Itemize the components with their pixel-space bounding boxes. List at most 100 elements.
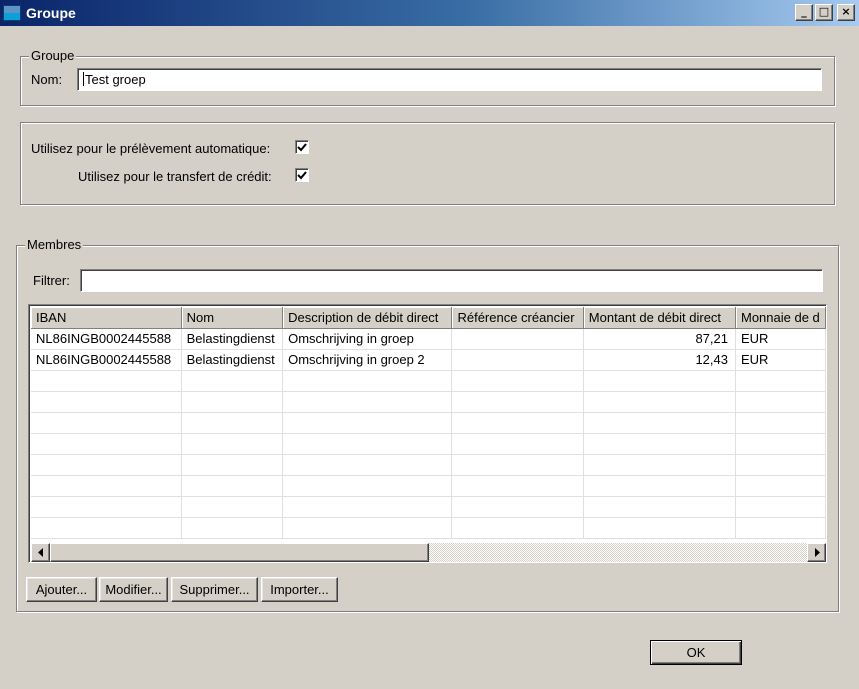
empty-cell <box>282 391 453 413</box>
empty-cell <box>451 370 584 392</box>
delete-button[interactable]: Supprimer... <box>171 577 258 602</box>
table-cell[interactable]: Belastingdienst <box>181 349 284 371</box>
scroll-right-icon <box>815 548 820 557</box>
empty-cell <box>282 412 453 434</box>
table-cell[interactable]: 12,43 <box>583 349 736 371</box>
empty-cell <box>282 454 453 476</box>
direct-debit-label: Utilisez pour le prélèvement automatique… <box>31 141 271 156</box>
minimize-button[interactable]: _ <box>795 4 813 21</box>
empty-cell <box>31 412 182 434</box>
table-cell[interactable]: EUR <box>735 349 826 371</box>
filter-input[interactable] <box>80 269 823 292</box>
empty-row <box>31 496 826 518</box>
empty-cell <box>583 475 736 497</box>
empty-cell <box>451 475 584 497</box>
members-legend: Membres <box>25 237 84 252</box>
table-cell[interactable]: NL86INGB0002445588 <box>31 328 182 350</box>
edit-button[interactable]: Modifier... <box>99 577 168 602</box>
empty-cell <box>31 496 182 518</box>
table-cell[interactable]: 87,21 <box>583 328 736 350</box>
empty-cell <box>31 475 182 497</box>
empty-cell <box>583 517 736 539</box>
column-header[interactable]: Monnaie de d <box>735 307 826 329</box>
empty-cell <box>451 412 584 434</box>
empty-row <box>31 412 826 434</box>
empty-cell <box>583 391 736 413</box>
empty-cell <box>282 433 453 455</box>
empty-cell <box>181 391 284 413</box>
empty-cell <box>735 433 826 455</box>
table-cell[interactable]: Omschrijving in groep <box>282 328 453 350</box>
empty-cell <box>181 370 284 392</box>
empty-cell <box>735 370 826 392</box>
empty-row <box>31 517 826 539</box>
maximize-button[interactable]: □ <box>815 4 833 21</box>
scroll-left-icon <box>38 548 43 557</box>
title-bar[interactable]: Groupe _ □ × <box>0 0 859 26</box>
table-cell[interactable]: Omschrijving in groep 2 <box>282 349 453 371</box>
table-cell[interactable]: NL86INGB0002445588 <box>31 349 182 371</box>
import-button[interactable]: Importer... <box>261 577 338 602</box>
empty-row <box>31 391 826 413</box>
empty-cell <box>181 412 284 434</box>
empty-row <box>31 433 826 455</box>
empty-cell <box>451 517 584 539</box>
name-input[interactable]: Test groep <box>77 68 822 91</box>
horizontal-scrollbar[interactable] <box>31 543 826 562</box>
table-cell[interactable]: EUR <box>735 328 826 350</box>
checkmark-icon <box>297 143 307 152</box>
empty-cell <box>583 370 736 392</box>
close-button[interactable]: × <box>837 4 855 21</box>
column-header[interactable]: Description de débit direct <box>282 307 453 329</box>
empty-cell <box>583 496 736 518</box>
table-row[interactable]: NL86INGB0002445588 Belastingdienst Omschri… <box>31 328 826 350</box>
options-box <box>20 122 835 205</box>
empty-cell <box>735 496 826 518</box>
window-title: Groupe <box>26 5 76 21</box>
credit-transfer-checkbox[interactable] <box>295 168 309 182</box>
empty-row <box>31 475 826 497</box>
empty-cell <box>735 517 826 539</box>
empty-cell <box>735 412 826 434</box>
table-cell[interactable] <box>451 328 584 350</box>
column-header[interactable]: Référence créancier <box>451 307 584 329</box>
members-table-viewport[interactable]: IBAN Nom Description de débit direct Référe… <box>31 307 826 543</box>
empty-cell <box>181 433 284 455</box>
column-header[interactable]: Montant de débit direct <box>583 307 736 329</box>
text-caret <box>83 72 84 86</box>
members-table[interactable]: IBAN Nom Description de débit direct Référe… <box>28 304 827 563</box>
empty-cell <box>451 496 584 518</box>
direct-debit-checkbox[interactable] <box>295 140 309 154</box>
name-input-value: Test groep <box>85 72 146 87</box>
empty-row <box>31 454 826 476</box>
scroll-right-button[interactable] <box>807 543 826 562</box>
table-row[interactable]: NL86INGB0002445588 Belastingdienst Omschri… <box>31 349 826 371</box>
empty-cell <box>282 496 453 518</box>
scroll-thumb[interactable] <box>50 543 429 562</box>
empty-cell <box>282 475 453 497</box>
credit-transfer-label: Utilisez pour le transfert de crédit: <box>78 169 272 184</box>
empty-cell <box>583 433 736 455</box>
empty-cell <box>451 391 584 413</box>
scroll-left-button[interactable] <box>31 543 50 562</box>
empty-cell <box>282 370 453 392</box>
empty-cell <box>181 454 284 476</box>
add-button[interactable]: Ajouter... <box>26 577 97 602</box>
table-cell[interactable]: Belastingdienst <box>181 328 284 350</box>
scroll-track[interactable] <box>50 543 807 562</box>
table-cell[interactable] <box>451 349 584 371</box>
empty-cell <box>31 517 182 539</box>
empty-cell <box>181 496 284 518</box>
empty-cell <box>451 433 584 455</box>
window-app-icon[interactable] <box>3 5 21 21</box>
column-header[interactable]: IBAN <box>31 307 182 329</box>
empty-row <box>31 370 826 392</box>
empty-cell <box>282 517 453 539</box>
filter-label: Filtrer: <box>33 273 70 288</box>
ok-button[interactable]: OK <box>650 640 742 665</box>
empty-cell <box>735 454 826 476</box>
empty-cell <box>181 517 284 539</box>
empty-cell <box>583 454 736 476</box>
column-header[interactable]: Nom <box>181 307 284 329</box>
empty-cell <box>451 454 584 476</box>
